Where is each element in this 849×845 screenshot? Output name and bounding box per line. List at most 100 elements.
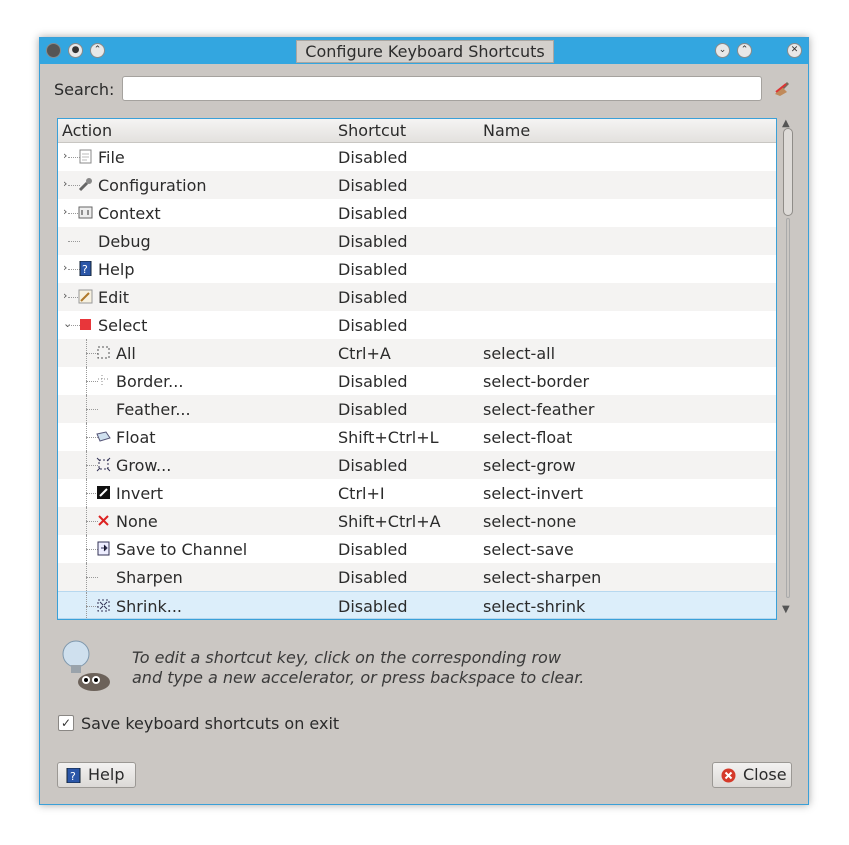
shortcuts-tree: Action Shortcut Name › File Disabled › Confi… bbox=[57, 118, 777, 620]
shortcut-cell[interactable]: Disabled bbox=[338, 204, 408, 223]
tree-row[interactable]: ›? Help Disabled bbox=[58, 255, 776, 283]
shortcut-cell[interactable]: Disabled bbox=[338, 288, 408, 307]
tree-row[interactable]: Sharpen Disabled select-sharpen bbox=[58, 563, 776, 591]
expander-icon[interactable]: ⌄ bbox=[63, 317, 72, 330]
action-cell: Grow... bbox=[116, 456, 172, 475]
tree-line bbox=[86, 577, 98, 578]
shortcut-cell[interactable]: Ctrl+A bbox=[338, 344, 391, 363]
action-cell: Border... bbox=[116, 372, 184, 391]
tree-row[interactable]: › File Disabled bbox=[58, 143, 776, 171]
save-on-exit-label[interactable]: Save keyboard shortcuts on exit bbox=[81, 714, 339, 733]
column-name[interactable]: Name bbox=[483, 121, 530, 140]
context-icon bbox=[78, 206, 93, 219]
name-cell: select-float bbox=[483, 428, 573, 447]
wilber-lightbulb-icon bbox=[62, 640, 110, 691]
close-icon bbox=[721, 768, 736, 783]
shortcut-cell[interactable]: Disabled bbox=[338, 400, 408, 419]
scroll-track[interactable] bbox=[786, 218, 790, 598]
action-cell: Shrink... bbox=[116, 597, 182, 616]
shrink-icon bbox=[97, 599, 110, 612]
expander-icon[interactable]: › bbox=[63, 177, 67, 190]
action-cell: Select bbox=[98, 316, 148, 335]
shortcut-cell[interactable]: Disabled bbox=[338, 597, 408, 616]
shortcuts-dialog: ● ⌃ Configure Keyboard Shortcuts ⌄ ⌃ ✕ S… bbox=[39, 37, 809, 805]
shortcut-cell[interactable]: Disabled bbox=[338, 372, 408, 391]
app-menu-icon[interactable] bbox=[46, 43, 61, 58]
action-cell: None bbox=[116, 512, 158, 531]
action-cell: File bbox=[98, 148, 125, 167]
action-cell: All bbox=[116, 344, 136, 363]
shortcut-cell[interactable]: Shift+Ctrl+L bbox=[338, 428, 439, 447]
action-cell: Debug bbox=[98, 232, 151, 251]
search-label: Search: bbox=[54, 80, 115, 99]
minimize-button[interactable]: ⌄ bbox=[715, 43, 730, 58]
action-cell: Feather... bbox=[116, 400, 191, 419]
invert-icon bbox=[97, 486, 110, 499]
name-cell: select-border bbox=[483, 372, 590, 391]
shortcut-cell[interactable]: Disabled bbox=[338, 456, 408, 475]
tree-row[interactable]: › Context Disabled bbox=[58, 199, 776, 227]
column-shortcut[interactable]: Shortcut bbox=[338, 121, 406, 140]
tree-row[interactable]: › Configuration Disabled bbox=[58, 171, 776, 199]
name-cell: select-feather bbox=[483, 400, 595, 419]
scroll-thumb[interactable] bbox=[783, 128, 793, 216]
tree-row[interactable]: Invert Ctrl+I select-invert bbox=[58, 479, 776, 507]
float-icon bbox=[96, 431, 111, 442]
close-button[interactable]: Close bbox=[712, 762, 792, 788]
tree-row[interactable]: ⌄ Select Disabled bbox=[58, 311, 776, 339]
name-cell: select-shrink bbox=[483, 597, 586, 616]
tree-row[interactable]: Float Shift+Ctrl+L select-float bbox=[58, 423, 776, 451]
expander-icon[interactable]: › bbox=[63, 149, 67, 162]
action-cell: Edit bbox=[98, 288, 129, 307]
name-cell: select-invert bbox=[483, 484, 584, 503]
edit-icon bbox=[78, 289, 93, 304]
tree-row[interactable]: Debug Disabled bbox=[58, 227, 776, 255]
tree-row[interactable]: Feather... Disabled select-feather bbox=[58, 395, 776, 423]
border-icon bbox=[98, 375, 109, 386]
action-cell: Sharpen bbox=[116, 568, 183, 587]
clear-search-icon[interactable] bbox=[773, 80, 791, 98]
svg-text:?: ? bbox=[82, 263, 88, 276]
shortcut-cell[interactable]: Disabled bbox=[338, 232, 408, 251]
action-cell: Save to Channel bbox=[116, 540, 248, 559]
scroll-down-icon[interactable]: ▼ bbox=[782, 604, 790, 615]
keep-above-button[interactable]: ⌃ bbox=[90, 43, 105, 58]
close-window-button[interactable]: ✕ bbox=[787, 43, 802, 58]
action-cell: Invert bbox=[116, 484, 164, 503]
tree-row[interactable]: Shrink... Disabled select-shrink bbox=[58, 591, 776, 619]
expander-icon[interactable]: › bbox=[63, 261, 67, 274]
tree-row[interactable]: Grow... Disabled select-grow bbox=[58, 451, 776, 479]
select-icon bbox=[80, 319, 91, 330]
window-title: Configure Keyboard Shortcuts bbox=[296, 40, 554, 63]
maximize-button[interactable]: ⌃ bbox=[737, 43, 752, 58]
sticky-button[interactable]: ● bbox=[68, 43, 83, 58]
action-cell: Configuration bbox=[98, 176, 207, 195]
tree-header: Action Shortcut Name bbox=[58, 119, 776, 143]
search-input[interactable] bbox=[122, 76, 762, 101]
shortcut-cell[interactable]: Disabled bbox=[338, 540, 408, 559]
action-cell: Help bbox=[98, 260, 135, 279]
wrench-icon bbox=[78, 178, 92, 192]
tree-row[interactable]: › Edit Disabled bbox=[58, 283, 776, 311]
none-icon bbox=[98, 515, 109, 526]
help-icon: ? bbox=[66, 768, 81, 783]
shortcut-cell[interactable]: Disabled bbox=[338, 176, 408, 195]
shortcut-cell[interactable]: Disabled bbox=[338, 316, 408, 335]
column-action[interactable]: Action bbox=[62, 121, 112, 140]
tree-row[interactable]: Border... Disabled select-border bbox=[58, 367, 776, 395]
file-icon bbox=[79, 149, 92, 164]
tree-row[interactable]: Save to Channel Disabled select-save bbox=[58, 535, 776, 563]
shortcut-cell[interactable]: Ctrl+I bbox=[338, 484, 385, 503]
tree-row[interactable]: None Shift+Ctrl+A select-none bbox=[58, 507, 776, 535]
tree-row[interactable]: All Ctrl+A select-all bbox=[58, 339, 776, 367]
save-on-exit-checkbox[interactable]: ✓ bbox=[58, 715, 74, 731]
shortcut-cell[interactable]: Disabled bbox=[338, 260, 408, 279]
shortcut-cell[interactable]: Disabled bbox=[338, 148, 408, 167]
expander-icon[interactable]: › bbox=[63, 289, 67, 302]
shortcut-cell[interactable]: Disabled bbox=[338, 568, 408, 587]
grow-icon bbox=[96, 457, 111, 472]
help-button[interactable]: ? Help bbox=[57, 762, 136, 788]
shortcut-cell[interactable]: Shift+Ctrl+A bbox=[338, 512, 441, 531]
expander-icon[interactable]: › bbox=[63, 205, 67, 218]
tree-scrollbar[interactable]: ▲ ▼ bbox=[780, 118, 796, 620]
